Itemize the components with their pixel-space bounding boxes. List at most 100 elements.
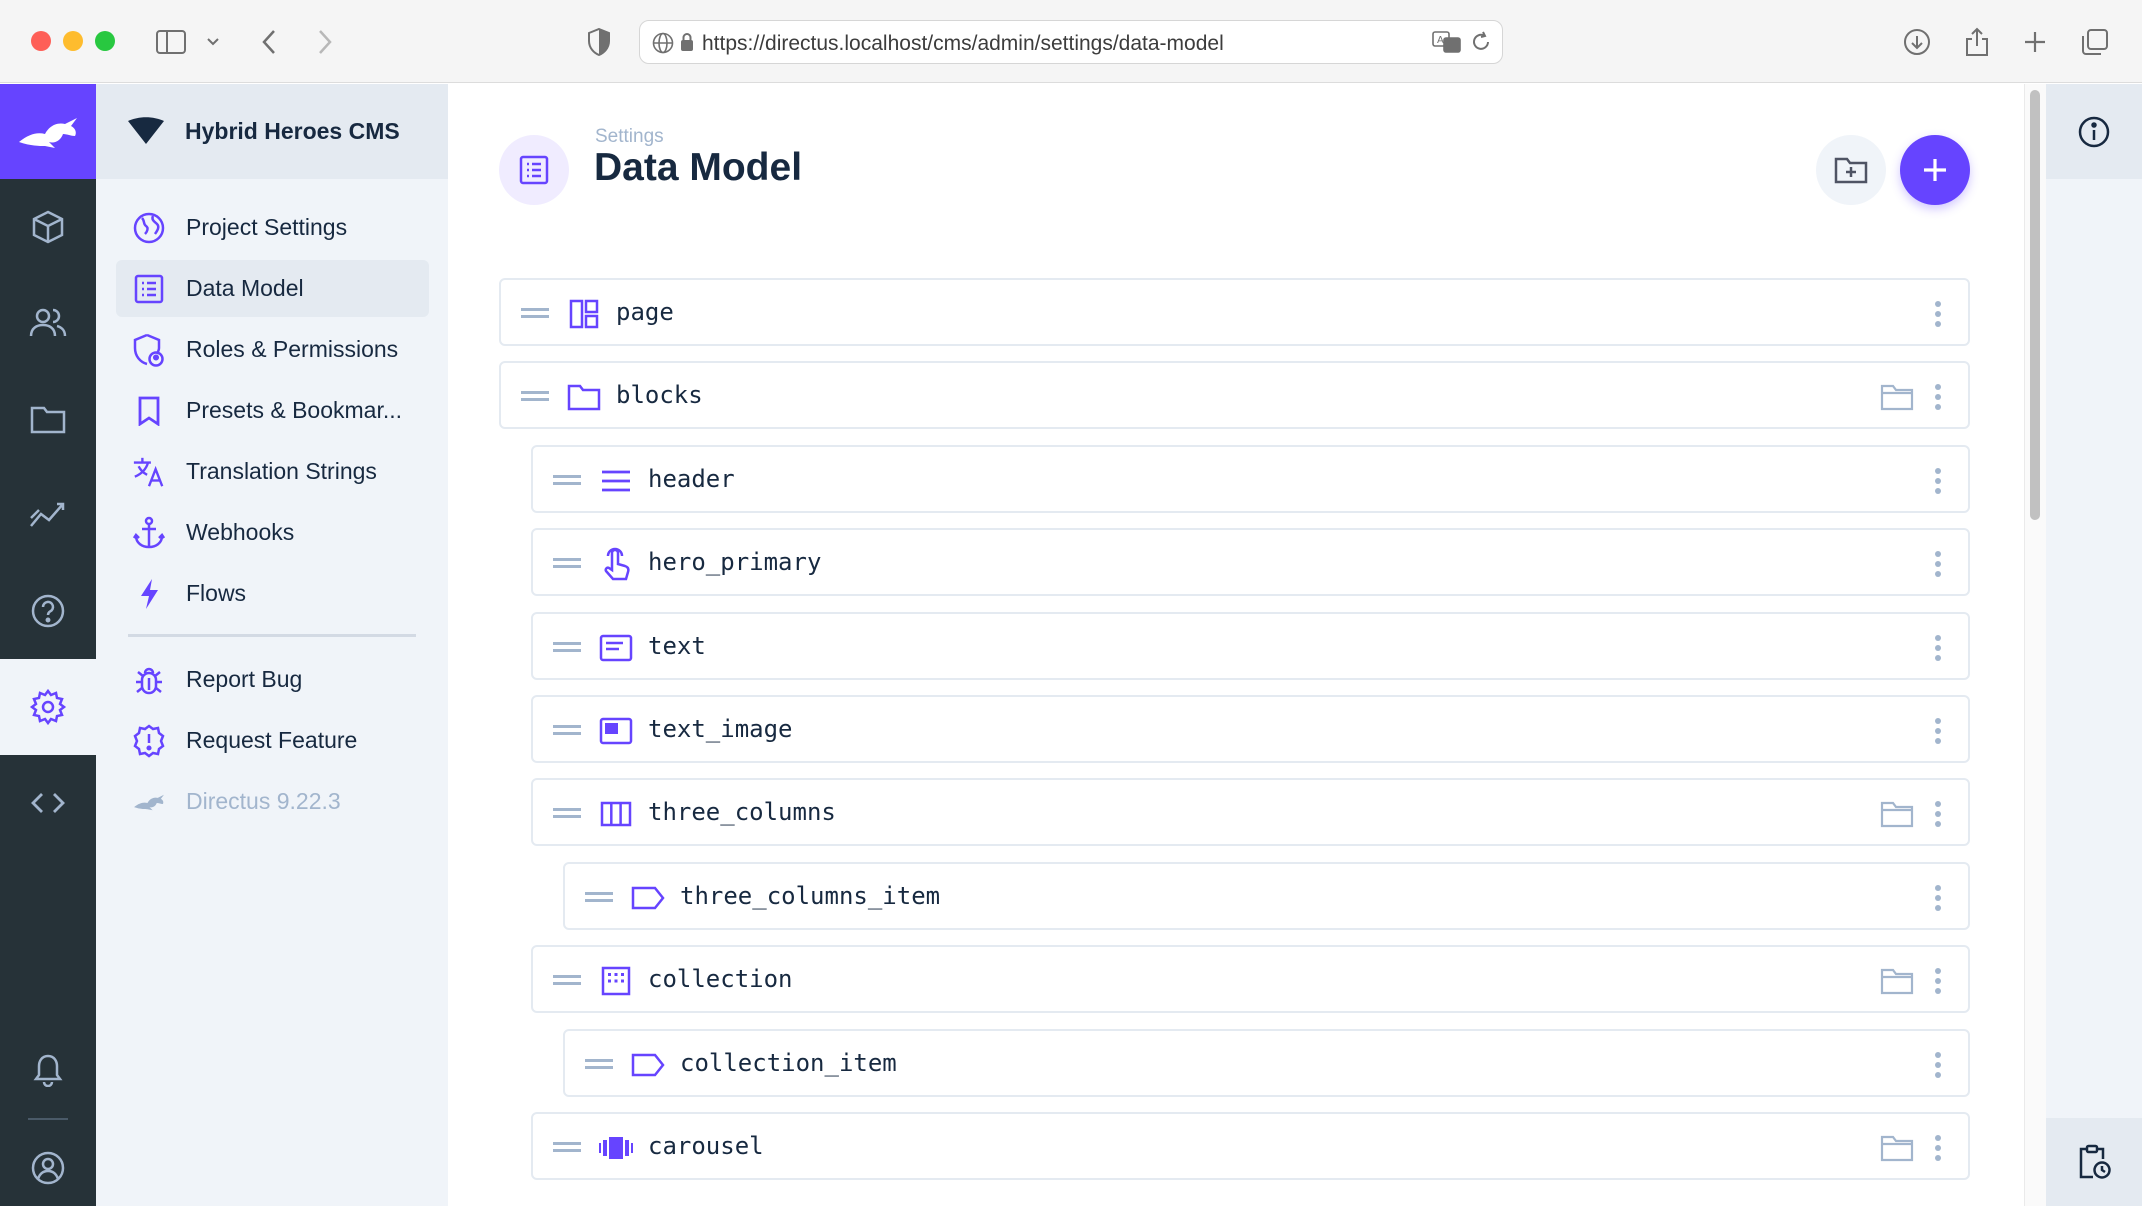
more-options-icon[interactable] bbox=[1928, 547, 1948, 581]
user-account-button[interactable] bbox=[0, 1120, 96, 1206]
carousel-icon bbox=[599, 1131, 633, 1165]
nav-item-request-feature[interactable]: Request Feature bbox=[116, 712, 429, 769]
nav-item-label: Report Bug bbox=[186, 666, 303, 692]
drag-handle-icon[interactable] bbox=[521, 386, 549, 406]
nav-item-report-bug[interactable]: Report Bug bbox=[116, 651, 429, 708]
drag-handle-icon[interactable] bbox=[585, 887, 613, 907]
reload-icon[interactable] bbox=[1470, 31, 1492, 58]
help-icon bbox=[31, 594, 65, 628]
close-window-button[interactable] bbox=[31, 31, 51, 51]
scrollbar-thumb[interactable] bbox=[2030, 90, 2040, 520]
more-options-icon[interactable] bbox=[1928, 964, 1948, 998]
nav-item-flows[interactable]: Flows bbox=[116, 565, 429, 622]
create-folder-button[interactable] bbox=[1816, 135, 1886, 205]
drag-handle-icon[interactable] bbox=[553, 720, 581, 740]
settings-navigation: Hybrid Heroes CMS Project Settings Data … bbox=[96, 84, 448, 1206]
folder-icon[interactable] bbox=[1880, 797, 1914, 831]
drag-handle-icon[interactable] bbox=[553, 970, 581, 990]
browser-toolbar: https://directus.localhost/cms/admin/set… bbox=[0, 0, 2142, 83]
collection-row-carousel[interactable]: carousel bbox=[531, 1112, 1970, 1180]
collection-row-page[interactable]: page bbox=[499, 278, 1970, 346]
gear-icon bbox=[29, 688, 67, 726]
notifications-button[interactable] bbox=[0, 1022, 96, 1118]
breadcrumb[interactable]: Settings bbox=[595, 126, 664, 148]
folder-icon[interactable] bbox=[1880, 964, 1914, 998]
drag-handle-icon[interactable] bbox=[553, 1137, 581, 1157]
collection-name: three_columns_item bbox=[680, 882, 941, 910]
more-options-icon[interactable] bbox=[1928, 1048, 1948, 1082]
collection-row-text_image[interactable]: text_image bbox=[531, 695, 1970, 763]
sidebar-clipboard-button[interactable] bbox=[2046, 1118, 2142, 1206]
nav-item-version[interactable]: Directus 9.22.3 bbox=[116, 773, 429, 830]
more-options-icon[interactable] bbox=[1928, 714, 1948, 748]
nav-item-data-model[interactable]: Data Model bbox=[116, 260, 429, 317]
drag-handle-icon[interactable] bbox=[553, 470, 581, 490]
module-users[interactable] bbox=[0, 275, 96, 371]
downloads-icon[interactable] bbox=[1900, 25, 1934, 59]
nav-item-roles-permissions[interactable]: Roles & Permissions bbox=[116, 321, 429, 378]
address-bar[interactable]: https://directus.localhost/cms/admin/set… bbox=[639, 20, 1503, 64]
forward-icon[interactable] bbox=[308, 25, 342, 59]
privacy-shield-icon[interactable] bbox=[582, 25, 616, 59]
collection-name: collection bbox=[648, 965, 793, 993]
module-extensions[interactable] bbox=[0, 755, 96, 851]
collection-row-text[interactable]: text bbox=[531, 612, 1970, 680]
folder-icon[interactable] bbox=[1880, 380, 1914, 414]
more-options-icon[interactable] bbox=[1928, 464, 1948, 498]
minimize-window-button[interactable] bbox=[63, 31, 83, 51]
create-collection-button[interactable] bbox=[1900, 135, 1970, 205]
columns-icon bbox=[599, 797, 633, 831]
module-settings[interactable] bbox=[0, 659, 96, 755]
collection-row-collection[interactable]: collection bbox=[531, 945, 1970, 1013]
project-header[interactable]: Hybrid Heroes CMS bbox=[96, 84, 448, 179]
sidebar-toggle-icon[interactable] bbox=[154, 25, 188, 59]
drag-handle-icon[interactable] bbox=[553, 553, 581, 573]
url-text: https://directus.localhost/cms/admin/set… bbox=[702, 32, 1224, 55]
more-options-icon[interactable] bbox=[1928, 631, 1948, 665]
chevron-down-icon[interactable] bbox=[198, 25, 228, 59]
drag-handle-icon[interactable] bbox=[553, 803, 581, 823]
nav-item-label: Translation Strings bbox=[186, 458, 377, 484]
directus-logo[interactable] bbox=[0, 84, 96, 179]
folder-icon[interactable] bbox=[1880, 1131, 1914, 1165]
list-alt-icon bbox=[132, 272, 166, 306]
collection-row-header[interactable]: header bbox=[531, 445, 1970, 513]
text-card-icon bbox=[599, 631, 633, 665]
more-options-icon[interactable] bbox=[1928, 797, 1948, 831]
folder-icon bbox=[567, 380, 601, 414]
translate-page-icon[interactable]: A bbox=[1432, 30, 1462, 59]
create-folder-icon bbox=[1834, 157, 1868, 184]
code-icon bbox=[31, 793, 65, 813]
zoom-window-button[interactable] bbox=[95, 31, 115, 51]
share-icon[interactable] bbox=[1960, 25, 1994, 59]
drag-handle-icon[interactable] bbox=[553, 637, 581, 657]
module-help[interactable] bbox=[0, 563, 96, 659]
collection-name: page bbox=[616, 298, 674, 326]
more-options-icon[interactable] bbox=[1928, 297, 1948, 331]
collection-row-three_columns[interactable]: three_columns bbox=[531, 778, 1970, 846]
drag-handle-icon[interactable] bbox=[585, 1054, 613, 1074]
drag-handle-icon[interactable] bbox=[521, 303, 549, 323]
nav-item-label: Flows bbox=[186, 580, 247, 606]
module-insights[interactable] bbox=[0, 467, 96, 563]
nav-item-translation-strings[interactable]: Translation Strings bbox=[116, 443, 429, 500]
collection-row-hero_primary[interactable]: hero_primary bbox=[531, 528, 1970, 596]
tab-overview-icon[interactable] bbox=[2078, 25, 2112, 59]
more-options-icon[interactable] bbox=[1928, 380, 1948, 414]
back-icon[interactable] bbox=[252, 25, 286, 59]
more-options-icon[interactable] bbox=[1928, 881, 1948, 915]
module-content[interactable] bbox=[0, 179, 96, 275]
nav-item-presets-bookmarks[interactable]: Presets & Bookmar... bbox=[116, 382, 429, 439]
more-options-icon[interactable] bbox=[1928, 1131, 1948, 1165]
collection-row-collection_item[interactable]: collection_item bbox=[563, 1029, 1970, 1097]
nav-item-webhooks[interactable]: Webhooks bbox=[116, 504, 429, 561]
sidebar-info-button[interactable] bbox=[2046, 84, 2142, 179]
new-tab-icon[interactable] bbox=[2018, 25, 2052, 59]
info-sidebar bbox=[2046, 84, 2142, 1206]
collection-row-three_columns_item[interactable]: three_columns_item bbox=[563, 862, 1970, 930]
module-files[interactable] bbox=[0, 371, 96, 467]
nav-item-project-settings[interactable]: Project Settings bbox=[116, 199, 429, 256]
lock-icon bbox=[680, 32, 694, 57]
add-icon bbox=[1924, 159, 1946, 181]
collection-row-blocks[interactable]: blocks bbox=[499, 361, 1970, 429]
